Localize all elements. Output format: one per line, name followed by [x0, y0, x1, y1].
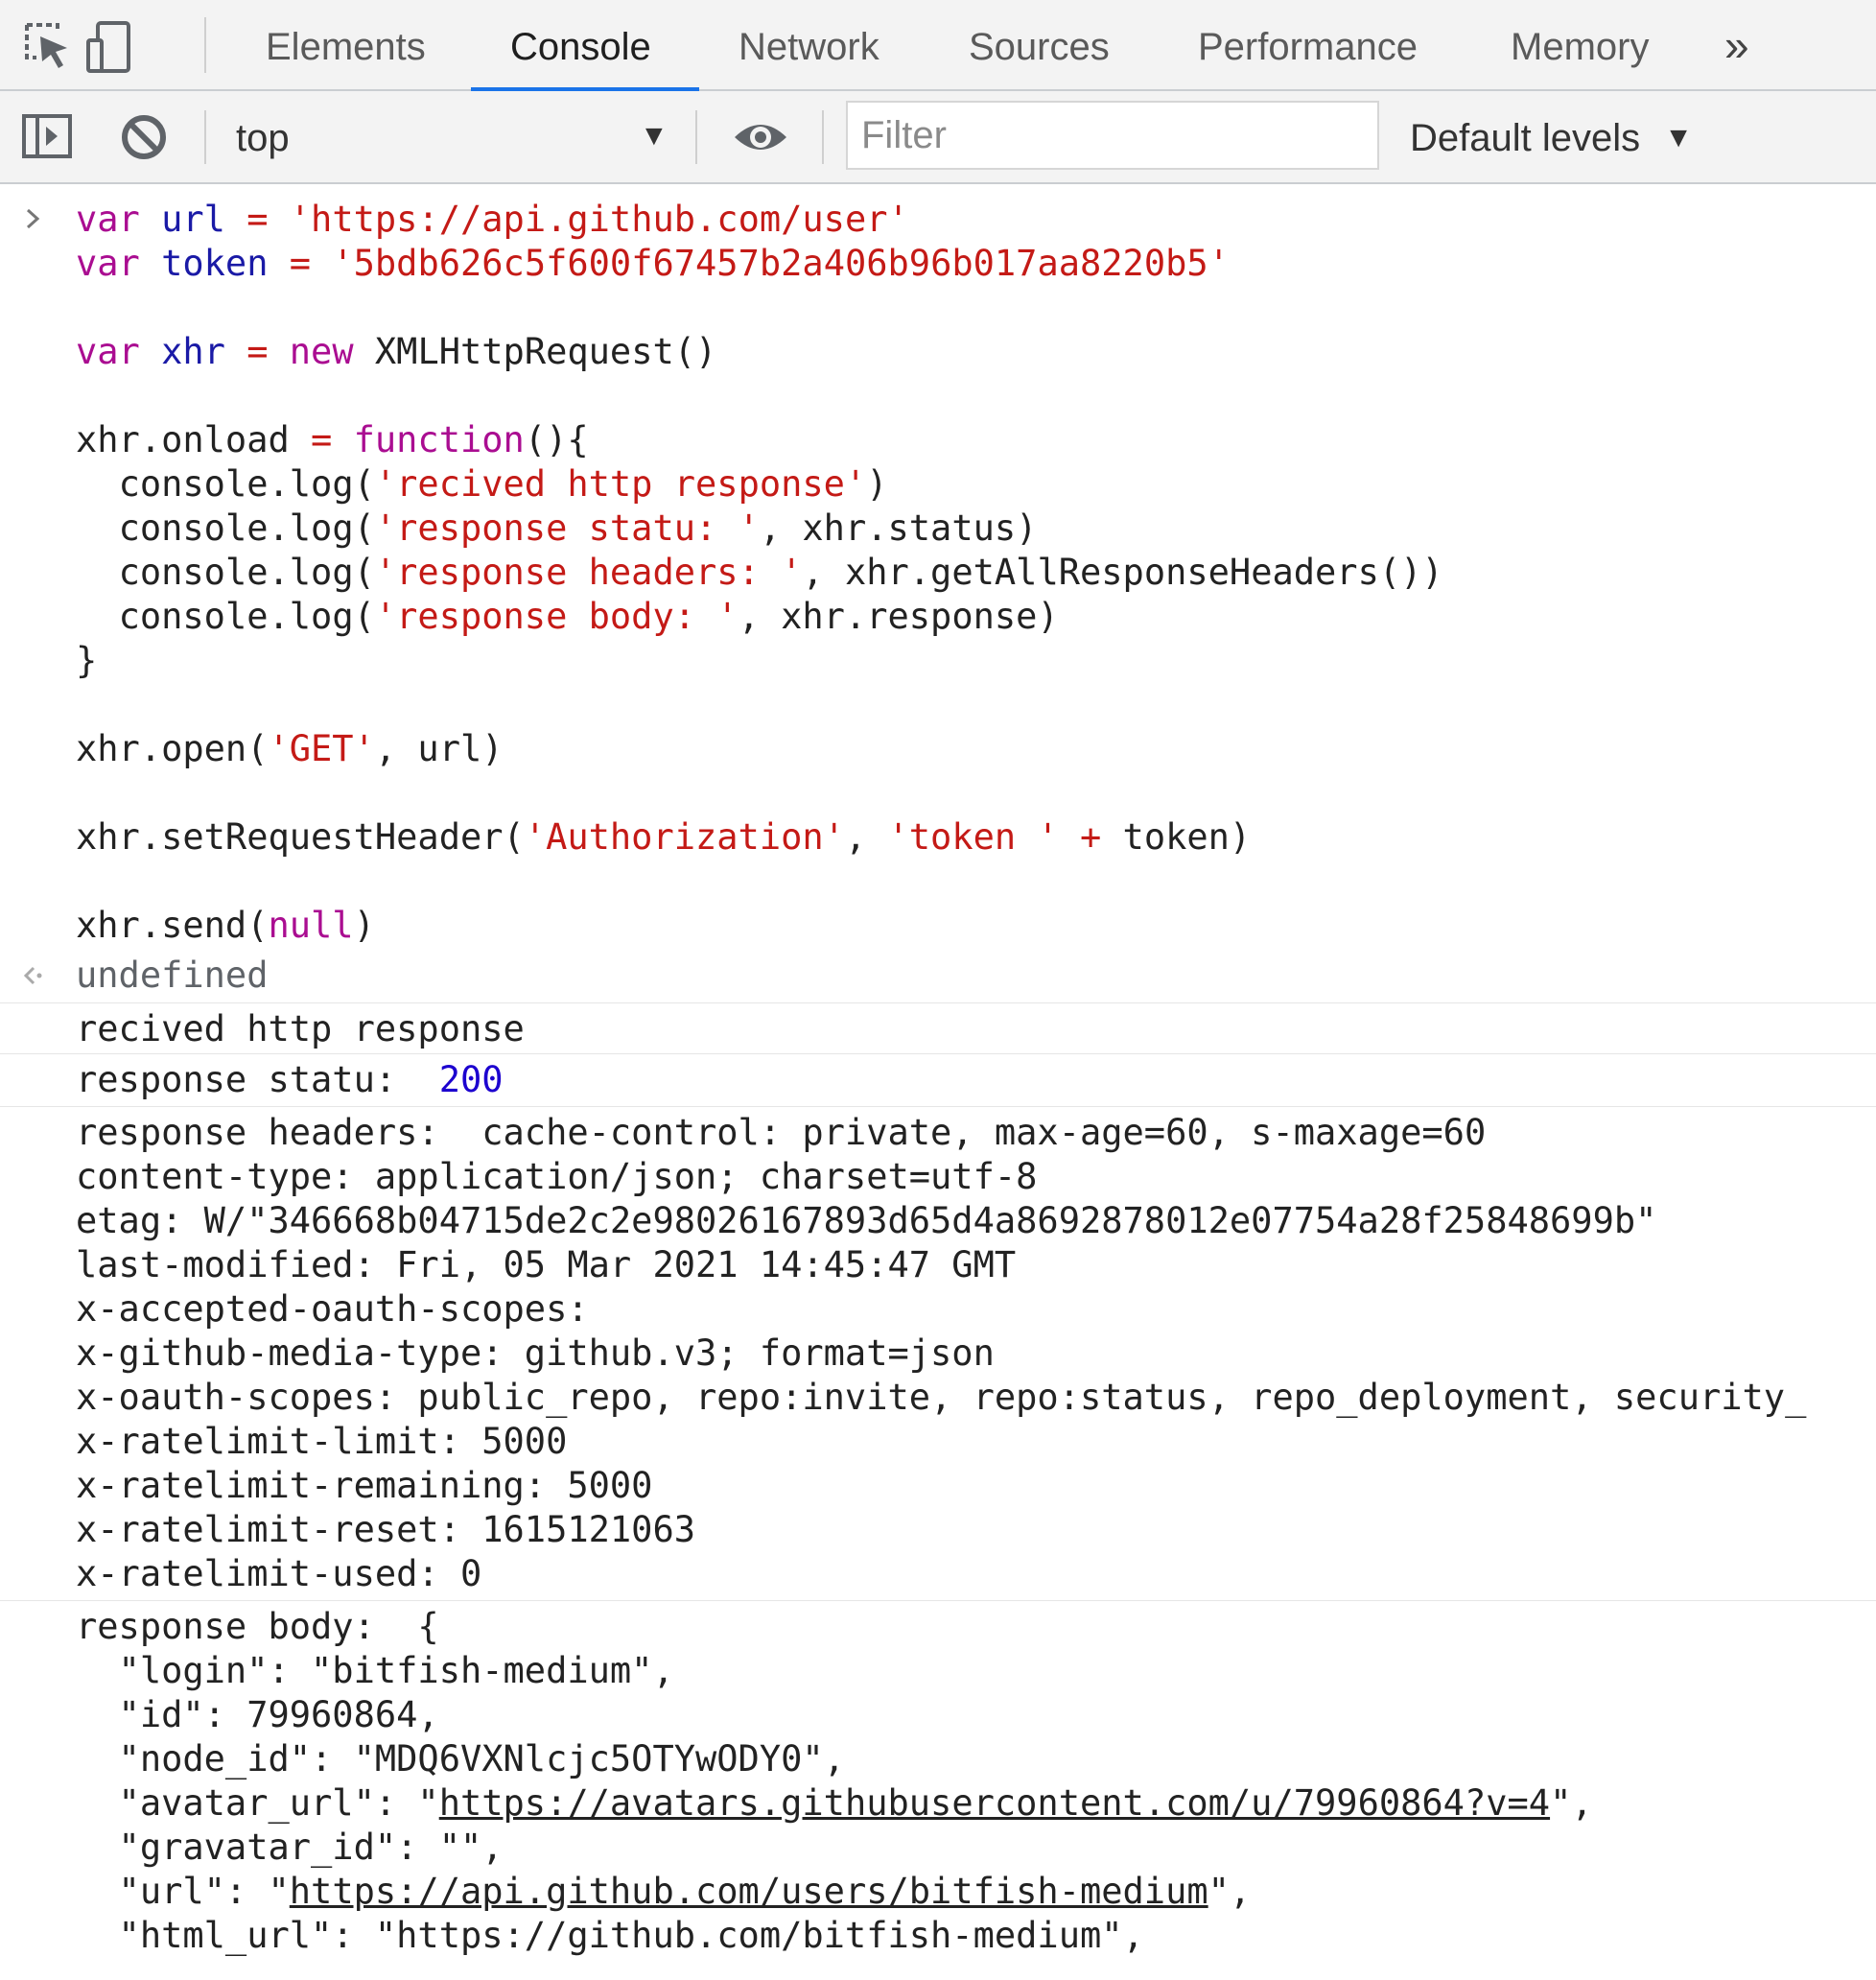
header-line: etag: W/"346668b04715de2c2e98026167893d6…: [76, 1200, 1657, 1241]
prompt-chevron-icon: [26, 208, 40, 229]
code-line: var xhr = new XMLHttpRequest(): [76, 331, 717, 372]
code-line: console.log('response statu: ', xhr.stat…: [118, 507, 1038, 549]
levels-dropdown-arrow-icon: ▼: [1664, 122, 1693, 153]
tab-network[interactable]: Network: [739, 0, 879, 89]
body-line: "avatar_url": "https://avatars.githubuse…: [76, 1782, 1593, 1824]
clear-console-icon[interactable]: [119, 112, 169, 162]
code-line: xhr.send(null): [76, 905, 375, 946]
context-selector[interactable]: top: [236, 91, 290, 182]
filter-input[interactable]: [846, 101, 1379, 170]
code-line: xhr.open('GET', url): [76, 728, 504, 769]
body-line: "url": "https://api.github.com/users/bit…: [76, 1871, 1252, 1912]
log-text: response statu: 200: [76, 1059, 504, 1100]
log-text: response headers: cache-control: private…: [76, 1112, 1487, 1153]
code-line: console.log('recived http response'): [118, 463, 888, 505]
code-line: console.log('response headers: ', xhr.ge…: [118, 552, 1443, 593]
console-log-entry: recived http response: [0, 1003, 1876, 1054]
code-line: var token = '5bdb626c5f600f67457b2a406b9…: [76, 243, 1230, 284]
header-line: x-oauth-scopes: public_repo, repo:invite…: [76, 1377, 1807, 1418]
header-line: last-modified: Fri, 05 Mar 2021 14:45:47…: [76, 1244, 1017, 1285]
result-value: undefined: [76, 955, 269, 996]
body-line: "login": "bitfish-medium",: [76, 1650, 674, 1691]
header-line: x-ratelimit-limit: 5000: [76, 1421, 568, 1462]
tab-sources[interactable]: Sources: [969, 0, 1110, 89]
console-log-entry: response headers: cache-control: private…: [0, 1107, 1876, 1601]
context-dropdown-arrow-icon[interactable]: ▼: [640, 120, 668, 153]
avatar-url-link[interactable]: https://avatars.githubusercontent.com/u/…: [439, 1782, 1550, 1824]
tab-divider: [204, 17, 206, 73]
body-line: "gravatar_id": "",: [76, 1827, 504, 1868]
more-tabs-chevron-double-right-icon[interactable]: »: [1724, 0, 1749, 89]
log-levels-label: Default levels: [1410, 117, 1641, 159]
tab-console[interactable]: Console: [510, 0, 651, 89]
toolbar-divider: [204, 110, 206, 164]
console-messages[interactable]: var url = 'https://api.github.com/user' …: [0, 184, 1876, 1980]
tab-elements[interactable]: Elements: [266, 0, 426, 89]
console-log-entry: response body: { "login": "bitfish-mediu…: [0, 1601, 1876, 1958]
code-line: console.log('response body: ', xhr.respo…: [118, 596, 1059, 637]
code-line: var url = 'https://api.github.com/user': [76, 199, 909, 240]
body-line: "id": 79960864,: [76, 1694, 439, 1735]
status-value: 200: [438, 1059, 504, 1100]
header-line: x-accepted-oauth-scopes:: [76, 1288, 610, 1330]
header-line: x-ratelimit-reset: 1615121063: [76, 1509, 696, 1550]
console-result-entry: undefined: [0, 954, 1876, 1003]
toolbar-divider: [822, 110, 824, 164]
result-arrow-icon: [23, 966, 42, 985]
header-line: content-type: application/json; charset=…: [76, 1156, 1038, 1197]
header-line: x-ratelimit-remaining: 5000: [76, 1465, 653, 1506]
header-line: x-ratelimit-used: 0: [76, 1553, 482, 1594]
code-line: xhr.onload = function(){: [76, 419, 589, 460]
devtools-tab-bar: Elements Console Network Sources Perform…: [0, 0, 1876, 92]
device-toolbar-icon[interactable]: [82, 19, 138, 75]
toolbar-divider: [695, 110, 697, 164]
console-input-entry[interactable]: var url = 'https://api.github.com/user' …: [0, 184, 1876, 954]
header-line: x-github-media-type: github.v3; format=j…: [76, 1332, 995, 1374]
log-levels-dropdown[interactable]: Default levels ▼: [1410, 91, 1693, 182]
body-line: "node_id": "MDQ6VXNlcjc5OTYwODY0",: [76, 1738, 845, 1780]
code-line: }: [76, 640, 98, 681]
code-line: xhr.setRequestHeader('Authorization', 't…: [76, 816, 1252, 858]
tab-memory[interactable]: Memory: [1511, 0, 1649, 89]
log-text: response body: {: [76, 1606, 439, 1647]
sidebar-toggle-icon[interactable]: [21, 112, 73, 160]
tab-performance[interactable]: Performance: [1198, 0, 1418, 89]
console-log-entry: response statu: 200: [0, 1054, 1876, 1107]
user-url-link[interactable]: https://api.github.com/users/bitfish-med…: [290, 1871, 1208, 1912]
body-line: "html_url": "https://github.com/bitfish-…: [76, 1915, 1144, 1956]
console-toolbar: top ▼ Default levels ▼: [0, 91, 1876, 184]
log-text: recived http response: [76, 1008, 525, 1049]
inspect-element-icon[interactable]: [21, 19, 77, 75]
eye-icon[interactable]: [733, 118, 788, 156]
